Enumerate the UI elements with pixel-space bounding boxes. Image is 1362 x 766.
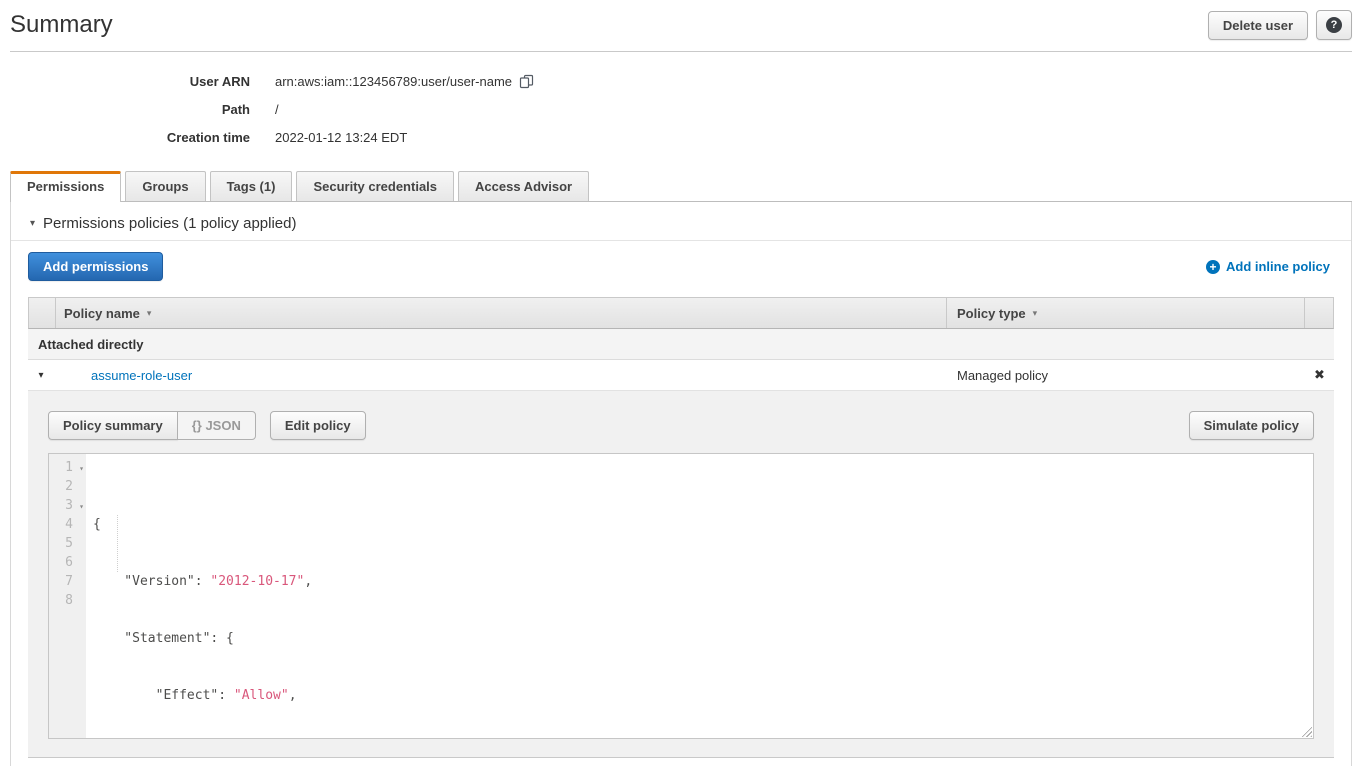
tab-permissions[interactable]: Permissions — [10, 171, 121, 202]
field-value: arn:aws:iam::123456789:user/user-name — [275, 74, 534, 89]
help-button[interactable]: ? — [1316, 10, 1352, 40]
row-expand-toggle[interactable]: ▾ — [28, 360, 54, 390]
remove-policy-icon[interactable]: ✖ — [1314, 367, 1325, 383]
line-number: 4 — [65, 517, 73, 532]
permissions-policies-section-toggle[interactable]: ▾ Permissions policies (1 policy applied… — [28, 202, 1334, 240]
policy-summary-button[interactable]: Policy summary — [48, 411, 178, 440]
page-title: Summary — [10, 11, 113, 39]
line-number: 7 — [65, 574, 73, 589]
field-label: Creation time — [0, 130, 250, 145]
permissions-toolbar: Add permissions + Add inline policy — [28, 252, 1334, 281]
field-label: Path — [0, 102, 250, 117]
line-number: 8 — [65, 593, 73, 608]
policy-name-header-label: Policy name — [64, 306, 140, 321]
line-number: 3 — [65, 498, 73, 513]
permissions-panel: ▾ Permissions policies (1 policy applied… — [10, 202, 1352, 766]
header-caret-cell — [29, 298, 55, 328]
policy-table-header: Policy name ▾ Policy type ▾ — [28, 297, 1334, 329]
tab-groups[interactable]: Groups — [125, 171, 205, 201]
page-header: Summary Delete user ? — [10, 10, 1352, 52]
tab-security-credentials[interactable]: Security credentials — [296, 171, 454, 201]
simulate-policy-button[interactable]: Simulate policy — [1189, 411, 1314, 440]
field-label: User ARN — [0, 74, 250, 89]
fold-caret-icon[interactable]: ▾ — [79, 459, 84, 478]
path-value: / — [275, 102, 279, 117]
expand-caret-icon: ▾ — [38, 370, 43, 381]
json-button[interactable]: {} JSON — [177, 411, 256, 440]
code-line: "Version": "2012-10-17", — [93, 572, 1313, 591]
line-number: 2 — [65, 479, 73, 494]
add-inline-policy-link[interactable]: + Add inline policy — [1206, 259, 1334, 274]
line-number: 5 — [65, 536, 73, 551]
add-permissions-button[interactable]: Add permissions — [28, 252, 163, 281]
tab-tags[interactable]: Tags (1) — [210, 171, 293, 201]
code-line: { — [93, 515, 1313, 534]
edit-policy-button[interactable]: Edit policy — [270, 411, 366, 440]
field-path: Path / — [0, 102, 1362, 117]
code-line: "Effect": "Allow", — [93, 686, 1313, 705]
header-actions: Delete user ? — [1208, 10, 1352, 40]
policy-detail-toolbar: Policy summary {} JSON Edit policy Simul… — [48, 411, 1314, 440]
copy-icon[interactable] — [519, 74, 534, 89]
policy-name-column-header[interactable]: Policy name ▾ — [55, 298, 946, 328]
delete-user-button[interactable]: Delete user — [1208, 11, 1308, 40]
header-actions-cell — [1304, 298, 1333, 328]
policy-detail-panel: Policy summary {} JSON Edit policy Simul… — [28, 391, 1334, 758]
help-icon: ? — [1326, 17, 1342, 33]
line-number: 6 — [65, 555, 73, 570]
policy-type-column-header[interactable]: Policy type ▾ — [946, 298, 1304, 328]
policy-row: ▾ assume-role-user Managed policy ✖ — [28, 360, 1334, 391]
policy-name-cell: assume-role-user — [54, 360, 947, 390]
editor-line-number-gutter: 1 ▾ 2 3 ▾ 4 5 6 7 8 — [49, 454, 86, 738]
collapse-caret-icon: ▾ — [30, 218, 35, 229]
policy-table: Policy name ▾ Policy type ▾ Attached dir… — [28, 297, 1334, 758]
policy-name-link[interactable]: assume-role-user — [62, 368, 192, 383]
line-number: 1 — [65, 460, 73, 475]
indent-guide — [117, 515, 118, 572]
section-title: Permissions policies (1 policy applied) — [43, 215, 296, 232]
user-arn-value: arn:aws:iam::123456789:user/user-name — [275, 74, 512, 89]
policy-type-header-label: Policy type — [957, 306, 1026, 321]
tab-bar: Permissions Groups Tags (1) Security cre… — [10, 171, 1352, 202]
code-line: "Statement": { — [93, 629, 1313, 648]
group-row-attached-directly: Attached directly — [28, 329, 1334, 360]
field-creation-time: Creation time 2022-01-12 13:24 EDT — [0, 130, 1362, 145]
tab-access-advisor[interactable]: Access Advisor — [458, 171, 589, 201]
creation-time-value: 2022-01-12 13:24 EDT — [275, 130, 407, 145]
policy-type-cell: Managed policy — [947, 360, 1305, 390]
editor-code-area: { "Version": "2012-10-17", "Statement": … — [86, 454, 1313, 738]
remove-policy-cell: ✖ — [1305, 360, 1334, 390]
plus-icon: + — [1206, 260, 1220, 274]
section-separator — [11, 240, 1351, 241]
summary-fields: User ARN arn:aws:iam::123456789:user/use… — [0, 74, 1362, 145]
add-inline-policy-label: Add inline policy — [1226, 259, 1330, 274]
json-policy-editor[interactable]: 1 ▾ 2 3 ▾ 4 5 6 7 8 { "Version": "2012-10-… — [48, 453, 1314, 739]
fold-caret-icon[interactable]: ▾ — [79, 497, 84, 516]
sort-caret-icon: ▾ — [147, 308, 152, 319]
field-user-arn: User ARN arn:aws:iam::123456789:user/use… — [0, 74, 1362, 89]
sort-caret-icon: ▾ — [1033, 308, 1038, 319]
